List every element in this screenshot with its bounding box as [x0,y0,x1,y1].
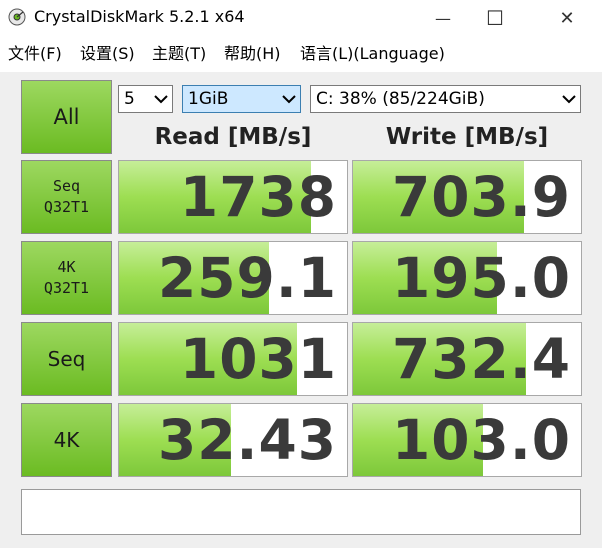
4k-write-result: 103.0 [352,403,582,477]
result-value: 259.1 [158,246,337,310]
result-value: 195.0 [392,246,571,310]
seq-q32t1-label: Seq Q32T1 [43,177,90,216]
seq-label: Seq [47,346,86,371]
menu-settings[interactable]: 设置(S) [80,40,135,64]
write-header: Write [MB/s] [385,124,549,150]
result-value: 732.4 [392,327,571,391]
4k-q32t1-label: 4K Q32T1 [43,258,90,297]
seq-q32t1-read-result: 1738 [118,160,348,234]
test-size-select[interactable]: 1GiB [182,85,301,113]
4k-q32t1-write-result: 195.0 [352,241,582,315]
test-count-value: 5 [124,89,135,109]
drive-select[interactable]: C: 38% (85/224GiB) [310,85,581,113]
result-value: 103.0 [392,408,571,472]
drive-value: C: 38% (85/224GiB) [316,89,485,109]
minimize-button[interactable]: — [420,0,466,36]
test-count-select[interactable]: 5 [118,85,173,113]
run-all-button[interactable]: All [21,80,112,154]
seq-q32t1-button[interactable]: Seq Q32T1 [21,160,112,234]
comment-input[interactable] [21,489,581,535]
result-value: 703.9 [392,165,571,229]
result-value: 1031 [179,327,337,391]
run-all-label: All [53,104,80,129]
menu-help[interactable]: 帮助(H) [224,40,281,64]
title-bar: CrystalDiskMark 5.2.1 x64 — ☐ ✕ [0,0,602,36]
seq-read-result: 1031 [118,322,348,396]
result-value: 32.43 [158,408,337,472]
close-button[interactable]: ✕ [544,0,590,36]
4k-read-result: 32.43 [118,403,348,477]
chevron-down-icon [562,95,576,104]
chevron-down-icon [282,95,296,104]
4k-label: 4K [53,427,80,452]
maximize-button[interactable]: ☐ [472,0,518,36]
app-icon [8,8,26,26]
menu-language[interactable]: 语言(L)(Language) [300,40,445,64]
window-title: CrystalDiskMark 5.2.1 x64 [34,7,245,26]
menu-bar: 文件(F) 设置(S) 主题(T) 帮助(H) 语言(L)(Language) [0,38,602,66]
test-size-value: 1GiB [188,89,229,109]
4k-q32t1-button[interactable]: 4K Q32T1 [21,241,112,315]
chevron-down-icon [154,95,168,104]
seq-q32t1-write-result: 703.9 [352,160,582,234]
result-value: 1738 [179,165,337,229]
menu-theme[interactable]: 主题(T) [152,40,206,64]
seq-write-result: 732.4 [352,322,582,396]
4k-button[interactable]: 4K [21,403,112,477]
menu-file[interactable]: 文件(F) [8,40,62,64]
4k-q32t1-read-result: 259.1 [118,241,348,315]
read-header: Read [MB/s] [154,124,312,150]
seq-button[interactable]: Seq [21,322,112,396]
